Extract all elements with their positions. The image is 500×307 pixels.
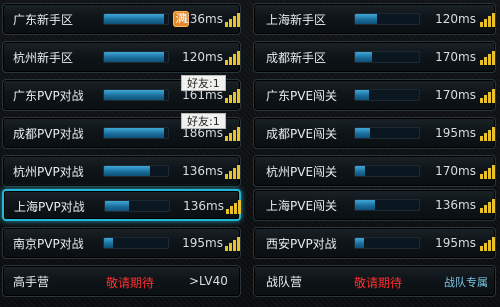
server-load-fill (355, 90, 370, 100)
signal-strength-icon (225, 87, 240, 103)
server-load-fill (104, 166, 151, 176)
server-load-bar (354, 237, 420, 249)
signal-strength-icon (480, 87, 495, 103)
server-ping: 136ms (435, 198, 476, 212)
server-ping: 170ms (435, 164, 476, 178)
elite-camp-name: 高手营 (13, 275, 50, 289)
server-row[interactable]: 杭州PVP对战 136ms (2, 155, 241, 187)
server-load-fill (355, 200, 376, 210)
server-load-bar (103, 89, 169, 101)
server-ping: 120ms (182, 50, 223, 64)
server-name: 广东PVE闯关 (266, 89, 338, 103)
signal-strength-icon (480, 125, 495, 141)
server-load-fill (355, 238, 364, 248)
server-load-bar (354, 165, 420, 177)
server-load-fill (104, 238, 113, 248)
server-name: 成都PVP对战 (13, 127, 84, 141)
server-ping: 195ms (435, 126, 476, 140)
server-load-bar (354, 51, 420, 63)
server-load-fill (355, 166, 366, 176)
signal-strength-icon (480, 163, 495, 179)
server-row[interactable]: 杭州PVE闯关 170ms (253, 155, 496, 187)
server-name: 广东新手区 (13, 13, 74, 27)
server-load-bar (104, 200, 170, 212)
server-name: 杭州PVP对战 (13, 165, 84, 179)
server-load-bar (103, 237, 169, 249)
signal-strength-icon (480, 235, 495, 251)
signal-strength-icon (225, 163, 240, 179)
server-ping: 136ms (182, 12, 223, 26)
server-name: 南京PVP对战 (13, 237, 84, 251)
server-load-fill (104, 52, 165, 62)
server-row[interactable]: 上海PVE闯关 136ms (253, 189, 496, 221)
server-name: 广东PVP对战 (13, 89, 84, 103)
server-ping: 195ms (435, 236, 476, 250)
signal-strength-icon (480, 11, 495, 27)
friends-tooltip: 好友:1 (181, 113, 226, 129)
server-name: 上海PVP对战 (14, 200, 85, 214)
friends-tooltip: 好友:1 (181, 75, 226, 91)
server-load-bar (354, 127, 420, 139)
team-camp-name: 战队营 (266, 275, 303, 289)
server-name: 西安PVP对战 (266, 237, 337, 251)
server-name: 杭州新手区 (13, 51, 74, 65)
server-load-bar (103, 165, 169, 177)
signal-strength-icon (480, 197, 495, 213)
server-load-bar (103, 51, 169, 63)
coming-soon-label: 敬请期待 (354, 276, 403, 290)
signal-strength-icon (480, 49, 495, 65)
server-load-bar (103, 13, 169, 25)
server-name: 成都新手区 (266, 51, 327, 65)
server-load-fill (355, 52, 372, 62)
server-ping: 170ms (435, 88, 476, 102)
level-requirement: >LV40 (189, 274, 228, 288)
signal-strength-icon (225, 11, 240, 27)
server-row[interactable]: 广东PVE闯关 170ms (253, 79, 496, 111)
server-load-fill (104, 90, 165, 100)
server-load-fill (105, 201, 130, 211)
server-name: 上海新手区 (266, 13, 327, 27)
server-ping: 136ms (183, 199, 224, 213)
server-ping: 195ms (182, 236, 223, 250)
server-load-fill (355, 14, 377, 24)
coming-soon-label: 敬请期待 (106, 276, 155, 290)
server-load-fill (355, 128, 371, 138)
server-load-bar (354, 199, 420, 211)
server-ping: 136ms (182, 164, 223, 178)
server-name: 成都PVE闯关 (266, 127, 338, 141)
server-load-bar (103, 127, 169, 139)
server-ping: 170ms (435, 50, 476, 64)
server-load-bar (354, 13, 420, 25)
server-row[interactable]: 上海新手区 120ms (253, 3, 496, 35)
team-only-label: 战队专属 (444, 276, 488, 289)
server-row[interactable]: 西安PVP对战 195ms (253, 227, 496, 259)
signal-strength-icon (225, 49, 240, 65)
team-camp-row[interactable]: 战队营 敬请期待 战队专属 (253, 265, 496, 297)
server-load-bar (354, 89, 420, 101)
server-ping: 120ms (435, 12, 476, 26)
server-row[interactable]: 成都PVE闯关 195ms (253, 117, 496, 149)
server-row[interactable]: 南京PVP对战 195ms (2, 227, 241, 259)
signal-strength-icon (225, 125, 240, 141)
server-row[interactable]: 上海PVP对战 136ms (2, 189, 241, 221)
signal-strength-icon (225, 235, 240, 251)
server-load-fill (104, 14, 165, 24)
server-row[interactable]: 成都新手区 170ms (253, 41, 496, 73)
elite-camp-row[interactable]: 高手营 敬请期待 >LV40 (2, 265, 241, 297)
server-row[interactable]: 杭州新手区 120ms (2, 41, 241, 73)
server-load-fill (104, 128, 165, 138)
server-name: 杭州PVE闯关 (266, 165, 338, 179)
server-name: 上海PVE闯关 (266, 199, 338, 213)
signal-strength-icon (226, 198, 241, 214)
server-row[interactable]: 广东新手区满 136ms (2, 3, 241, 35)
